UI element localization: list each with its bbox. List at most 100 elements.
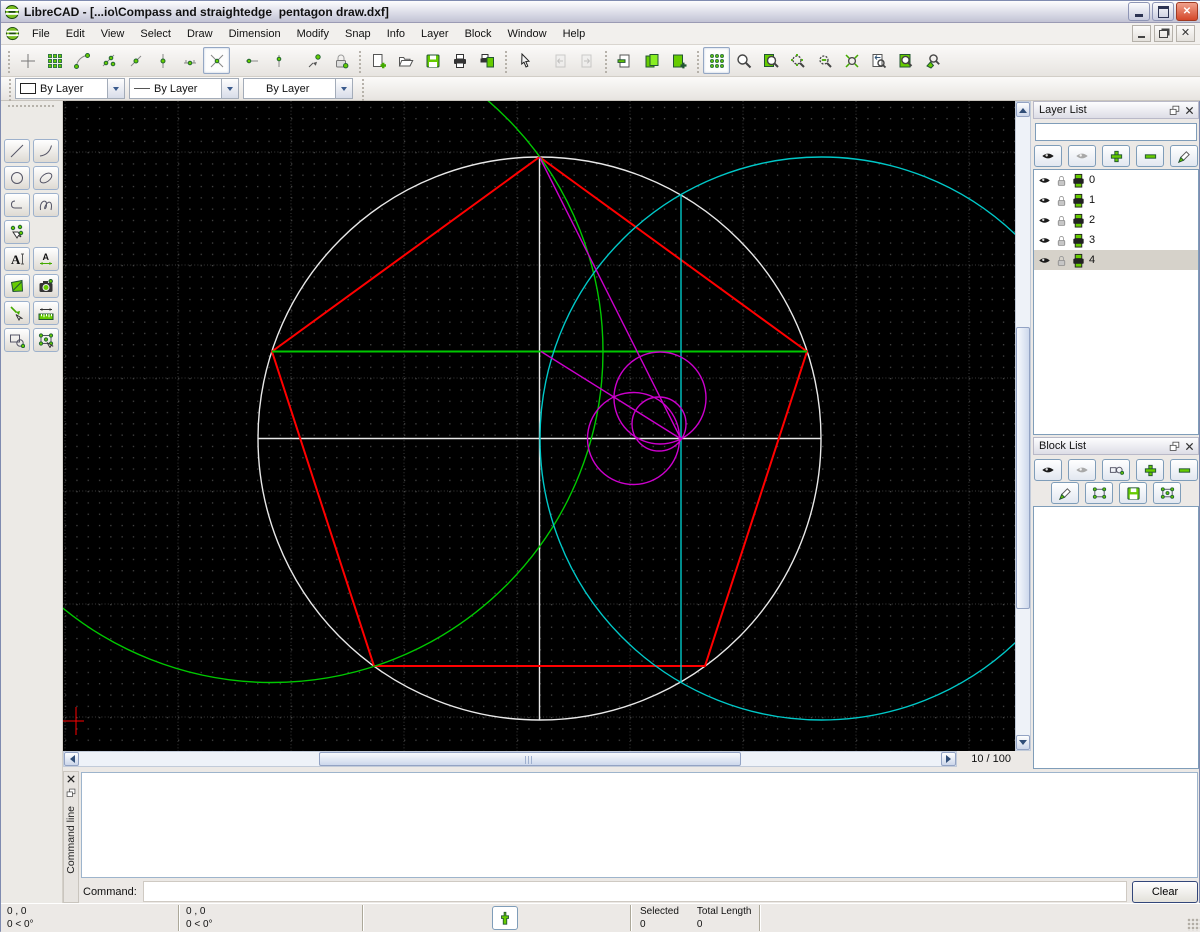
zoom-window-button[interactable]	[757, 47, 784, 74]
resize-grip[interactable]	[1187, 918, 1200, 931]
window-close-button[interactable]: ✕	[1176, 2, 1198, 21]
color-combobox[interactable]: By Layer	[15, 78, 125, 99]
snap-on-entity-button[interactable]	[95, 47, 122, 74]
zoom-auto-button[interactable]	[838, 47, 865, 74]
layer-visible-icon[interactable]	[1037, 194, 1052, 207]
float-panel-icon[interactable]	[1169, 105, 1180, 116]
zoom-previous-button[interactable]	[865, 47, 892, 74]
paste-button[interactable]	[665, 47, 692, 74]
snap-center-button[interactable]	[122, 47, 149, 74]
grid-toggle-button[interactable]	[703, 47, 730, 74]
layer-row[interactable]: 4	[1034, 250, 1198, 270]
modify-tool-button[interactable]	[4, 301, 30, 325]
layer-lock-icon[interactable]	[1055, 174, 1068, 187]
layer-lock-icon[interactable]	[1055, 234, 1068, 247]
zoom-page-button[interactable]	[892, 47, 919, 74]
cut-button[interactable]	[611, 47, 638, 74]
toolbar-grip[interactable]	[695, 49, 700, 73]
command-dock-tab[interactable]: Command line	[63, 771, 79, 903]
drawing-svg[interactable]	[63, 101, 1015, 751]
hide-all-blocks-button[interactable]	[1068, 459, 1096, 481]
copy-button[interactable]	[638, 47, 665, 74]
block-edit-tool-button[interactable]	[33, 328, 59, 352]
menu-block[interactable]: Block	[457, 25, 500, 43]
dimension-tool-button[interactable]: A	[33, 247, 59, 271]
arc-tool-button[interactable]	[33, 139, 59, 163]
snap-grid-button[interactable]	[41, 47, 68, 74]
snap-endpoint-button[interactable]	[68, 47, 95, 74]
menu-snap[interactable]: Snap	[337, 25, 379, 43]
restrict-horizontal-button[interactable]	[238, 47, 265, 74]
measure-tool-button[interactable]	[33, 301, 59, 325]
horizontal-scroll-thumb[interactable]	[319, 752, 741, 766]
remove-layer-button[interactable]	[1136, 145, 1164, 167]
layer-lock-icon[interactable]	[1055, 254, 1068, 267]
add-layer-button[interactable]	[1102, 145, 1130, 167]
toolbar-grip[interactable]	[6, 49, 11, 73]
layer-print-icon[interactable]	[1071, 233, 1086, 248]
snap-intersection-button[interactable]	[203, 47, 230, 74]
menu-help[interactable]: Help	[555, 25, 594, 43]
menu-view[interactable]: View	[93, 25, 133, 43]
linewidth-combobox[interactable]: By Layer	[243, 78, 353, 99]
undo-button[interactable]	[546, 47, 573, 74]
lock-relative-zero-button[interactable]	[327, 47, 354, 74]
hatch-tool-button[interactable]	[4, 274, 30, 298]
palette-grip[interactable]	[7, 104, 56, 109]
select-tool-button[interactable]	[4, 220, 30, 244]
toolbar-grip[interactable]	[360, 77, 365, 101]
linewidth-combobox-arrow[interactable]	[335, 79, 352, 98]
print-button[interactable]	[446, 47, 473, 74]
redo-button[interactable]	[573, 47, 600, 74]
close-panel-icon[interactable]	[1184, 441, 1195, 452]
menu-modify[interactable]: Modify	[289, 25, 337, 43]
layer-print-icon[interactable]	[1071, 253, 1086, 268]
edit-layer-button[interactable]	[1170, 145, 1198, 167]
layer-visible-icon[interactable]	[1037, 214, 1052, 227]
menu-layer[interactable]: Layer	[413, 25, 457, 43]
layer-row[interactable]: 2	[1034, 210, 1198, 230]
image-tool-button[interactable]	[33, 274, 59, 298]
circle-tool-button[interactable]	[4, 166, 30, 190]
linetype-combobox-arrow[interactable]	[221, 79, 238, 98]
block-list[interactable]	[1033, 506, 1199, 769]
clear-button[interactable]: Clear	[1132, 881, 1198, 903]
restrict-vertical-button[interactable]	[265, 47, 292, 74]
layer-row[interactable]: 3	[1034, 230, 1198, 250]
zoom-out-button[interactable]	[811, 47, 838, 74]
mdi-close-button[interactable]: ✕	[1176, 25, 1195, 42]
mdi-restore-button[interactable]	[1154, 25, 1173, 42]
line-tool-button[interactable]	[4, 139, 30, 163]
drawing-canvas[interactable]	[63, 101, 1015, 751]
menu-dimension[interactable]: Dimension	[221, 25, 289, 43]
layer-row[interactable]: 1	[1034, 190, 1198, 210]
menu-file[interactable]: File	[24, 25, 58, 43]
toolbar-grip[interactable]	[503, 49, 508, 73]
float-panel-icon[interactable]	[1169, 441, 1180, 452]
close-panel-icon[interactable]	[1184, 105, 1195, 116]
show-all-layers-button[interactable]	[1034, 145, 1062, 167]
close-dock-icon[interactable]	[66, 774, 76, 784]
layer-list-titlebar[interactable]: Layer List	[1033, 101, 1199, 119]
polyline-tool-button[interactable]	[4, 193, 30, 217]
command-history[interactable]	[81, 772, 1198, 878]
print-preview-button[interactable]	[473, 47, 500, 74]
titlebar[interactable]: LibreCAD - [...io\Compass and straighted…	[1, 1, 1200, 23]
set-relative-zero-button[interactable]	[300, 47, 327, 74]
menu-draw[interactable]: Draw	[179, 25, 221, 43]
layer-lock-icon[interactable]	[1055, 214, 1068, 227]
menu-info[interactable]: Info	[379, 25, 413, 43]
scroll-down-button[interactable]	[1016, 735, 1030, 750]
layer-print-icon[interactable]	[1071, 213, 1086, 228]
zoom-in-button[interactable]	[784, 47, 811, 74]
layer-print-icon[interactable]	[1071, 193, 1086, 208]
selection-pointer-button[interactable]	[511, 47, 538, 74]
toolbar-grip[interactable]	[603, 49, 608, 73]
menu-edit[interactable]: Edit	[58, 25, 93, 43]
scroll-up-button[interactable]	[1016, 102, 1030, 117]
toolbar-grip[interactable]	[357, 49, 362, 73]
snap-free-button[interactable]	[14, 47, 41, 74]
scroll-left-button[interactable]	[64, 752, 79, 766]
menu-select[interactable]: Select	[132, 25, 179, 43]
save-file-button[interactable]	[419, 47, 446, 74]
